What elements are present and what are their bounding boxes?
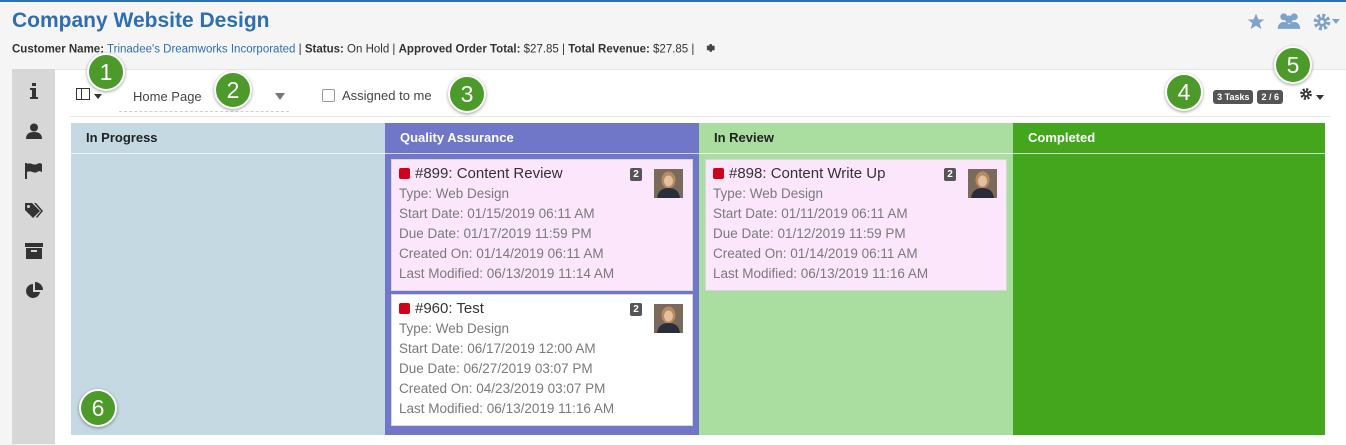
task-count-badge: 2 xyxy=(630,168,642,181)
tasks-badge: 3 Tasks xyxy=(1213,89,1254,104)
column-quality-assurance: Quality Assurance #899: Content Review T… xyxy=(385,123,699,435)
page-select-value: Home Page xyxy=(133,89,202,104)
user-icon[interactable] xyxy=(25,122,43,140)
task-last-modified: Last Modified: 06/13/2019 11:16 AM xyxy=(713,266,929,281)
tags-icon[interactable] xyxy=(25,202,43,220)
meta-separator: | xyxy=(298,43,302,56)
flag-icon[interactable] xyxy=(25,162,43,180)
callout-2: 2 xyxy=(214,71,252,109)
pie-chart-icon[interactable] xyxy=(25,282,43,300)
meta-separator: | xyxy=(392,43,396,56)
task-created-on: Created On: 04/23/2019 03:07 PM xyxy=(399,381,606,396)
customer-label: Customer Name: xyxy=(12,43,105,56)
total-revenue-label: Total Revenue: xyxy=(568,43,650,56)
column-completed: Completed xyxy=(1013,123,1325,435)
sidebar xyxy=(12,69,55,444)
task-start-date: Start Date: 06/17/2019 12:00 AM xyxy=(399,341,596,356)
avatar[interactable] xyxy=(654,169,683,198)
task-due-date: Due Date: 01/17/2019 11:59 PM xyxy=(399,226,592,241)
callout-4: 4 xyxy=(1165,73,1203,111)
users-icon[interactable] xyxy=(1276,11,1302,33)
customer-link[interactable]: Trinadee's Dreamworks Incorporated xyxy=(107,44,295,56)
task-type: Type: Web Design xyxy=(399,186,510,201)
chevron-down-icon xyxy=(275,93,285,100)
column-header: In Progress xyxy=(71,123,385,154)
approved-total-value: $27.85 xyxy=(523,43,559,56)
assigned-label: Assigned to me xyxy=(342,88,432,103)
column-in-progress: In Progress xyxy=(71,123,385,435)
task-start-date: Start Date: 01/11/2019 06:11 AM xyxy=(713,206,908,221)
task-card[interactable]: #898: Content Write Up Type: Web Design … xyxy=(705,159,1007,291)
callout-6: 6 xyxy=(79,389,117,427)
task-created-on: Created On: 01/14/2019 06:11 AM xyxy=(399,246,604,261)
task-title-text: #960: Test xyxy=(415,300,484,317)
chevron-down-icon xyxy=(1316,88,1324,106)
archive-icon[interactable] xyxy=(25,242,43,260)
column-in-review: In Review #898: Content Write Up Type: W… xyxy=(699,123,1013,435)
column-header: Quality Assurance xyxy=(385,123,699,154)
task-count-badge: 2 xyxy=(944,168,956,181)
assigned-to-me-filter[interactable]: Assigned to me xyxy=(322,88,432,103)
callout-1: 1 xyxy=(87,53,125,91)
info-icon[interactable] xyxy=(25,82,43,100)
task-type: Type: Web Design xyxy=(399,321,510,336)
task-due-date: Due Date: 06/27/2019 03:07 PM xyxy=(399,361,593,376)
meta-separator: | xyxy=(691,43,695,56)
status-value: On Hold xyxy=(347,43,390,56)
task-due-date: Due Date: 01/12/2019 11:59 PM xyxy=(713,226,906,241)
star-icon[interactable] xyxy=(1246,12,1266,32)
page-select[interactable]: Home Page xyxy=(119,83,289,112)
priority-icon xyxy=(399,303,410,314)
total-revenue-value: $27.85 xyxy=(653,43,689,56)
kanban-board: In Progress Quality Assurance #899: Cont… xyxy=(71,123,1325,435)
approved-total-label: Approved Order Total: xyxy=(398,43,521,56)
callout-5: 5 xyxy=(1274,46,1312,84)
callout-3: 3 xyxy=(448,75,486,113)
header-actions xyxy=(1246,11,1340,33)
task-title-text: #899: Content Review xyxy=(415,165,563,182)
avatar[interactable] xyxy=(968,169,997,198)
gear-icon[interactable] xyxy=(704,42,716,57)
project-title: Company Website Design xyxy=(12,9,270,32)
status-label: Status: xyxy=(304,43,344,56)
avatar[interactable] xyxy=(654,304,683,333)
task-card[interactable]: #899: Content Review Type: Web Design St… xyxy=(391,159,693,291)
toolbar-divider xyxy=(70,116,1331,117)
gear-icon[interactable] xyxy=(1312,12,1340,32)
task-title-text: #898: Content Write Up xyxy=(729,165,886,182)
task-title: #899: Content Review xyxy=(399,165,686,182)
columns-icon xyxy=(76,87,90,105)
task-last-modified: Last Modified: 06/13/2019 11:16 AM xyxy=(399,401,615,416)
priority-icon xyxy=(713,168,724,179)
task-title: #898: Content Write Up xyxy=(713,165,1000,182)
task-type: Type: Web Design xyxy=(713,186,824,201)
board-tools: 3 Tasks 2 / 6 xyxy=(1213,87,1324,106)
meta-separator: | xyxy=(562,43,566,56)
project-meta: Customer Name: Trinadee's Dreamworks Inc… xyxy=(12,42,716,57)
column-header: Completed xyxy=(1013,123,1325,154)
column-header: In Review xyxy=(699,123,1013,154)
task-created-on: Created On: 01/14/2019 06:11 AM xyxy=(713,246,918,261)
assigned-checkbox[interactable] xyxy=(322,89,335,102)
task-last-modified: Last Modified: 06/13/2019 11:14 AM xyxy=(399,266,615,281)
board-settings-button[interactable] xyxy=(1299,87,1324,106)
task-card[interactable]: #960: Test Type: Web Design Start Date: … xyxy=(391,294,693,426)
priority-icon xyxy=(399,168,410,179)
gear-icon xyxy=(1299,87,1313,106)
page-count-badge: 2 / 6 xyxy=(1257,89,1283,104)
task-count-badge: 2 xyxy=(630,303,642,316)
task-title: #960: Test xyxy=(399,300,686,317)
task-start-date: Start Date: 01/15/2019 06:11 AM xyxy=(399,206,595,221)
